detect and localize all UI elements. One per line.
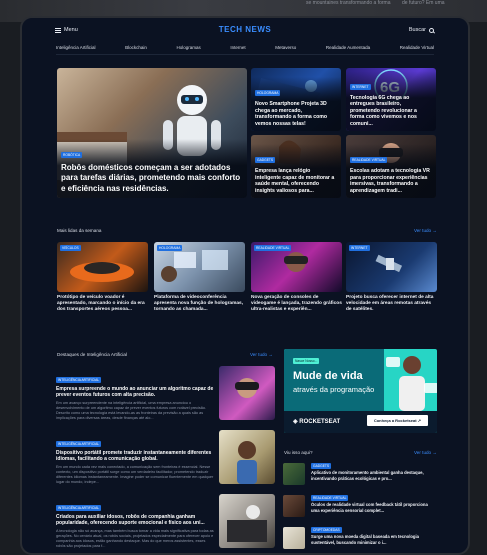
nav-item-hologramas[interactable]: Hologramas	[177, 45, 201, 50]
nav-item-internet[interactable]: Internet	[230, 45, 245, 50]
also-item[interactable]: Criptomoedas Surge uma nova moeda digita…	[283, 527, 435, 551]
nav-item-metaverso[interactable]: Metaverso	[275, 45, 296, 50]
browser-window: Menu TECH NEWS Buscar Inteligência Artif…	[20, 16, 470, 555]
week-card-title[interactable]: Nova geração de consoles de videogame é …	[251, 295, 342, 314]
tag-badge: Inteligência Artificial	[56, 377, 102, 383]
ai-article-image[interactable]	[219, 494, 275, 548]
hero-main-title[interactable]: Robôs domésticos começam a ser adotados …	[61, 163, 243, 194]
also-item-image	[283, 527, 305, 549]
ai-article[interactable]: Inteligência Artificial Criados para aux…	[56, 496, 214, 549]
tag-badge: Robótica	[61, 151, 83, 158]
ai-article-desc: Em um avanço surpreendente na inteligênc…	[56, 400, 207, 421]
ad-person-image	[386, 356, 437, 411]
also-item-title[interactable]: Óculos de realidade virtual com feedback…	[311, 502, 435, 513]
ai-article-title[interactable]: Criados para auxiliar idosos, robôs de c…	[56, 514, 214, 527]
tag-badge: Realidade Virtual	[254, 245, 292, 251]
hero-side-title[interactable]: Tecnologia 6G chega ao entregues brasile…	[350, 95, 432, 128]
tag-badge: Inteligência Artificial	[56, 441, 102, 447]
week-card[interactable]: Realidade Virtual Nova geração de consol…	[251, 242, 342, 314]
ad-headline: Mude de vida	[293, 370, 363, 382]
tag-badge: Realidade Virtual	[350, 157, 388, 163]
tag-badge: Realidade Virtual	[311, 495, 349, 501]
week-card[interactable]: Internet Projeto busca oferecer internet…	[346, 242, 437, 314]
ad-subheadline: através da programação	[293, 385, 375, 394]
hero-side-card[interactable]: Holograma Novo Smartphone Projeta 3D cheg…	[251, 68, 341, 131]
also-item-title[interactable]: Surge uma nova moeda digital baseada em …	[311, 534, 435, 545]
hero-side-card[interactable]: Realidade Virtual Escolas adotam a tecnol…	[346, 135, 436, 198]
tag-badge: Internet	[349, 245, 370, 251]
rocketseat-logo: ◈ ROCKETSEAT	[293, 419, 341, 425]
also-item-title[interactable]: Aplicativo de monitoramento ambiental ga…	[311, 470, 435, 481]
nav-divider	[56, 54, 434, 55]
rocketseat-ad[interactable]: Nasce Nosso... Mude de vida através da p…	[284, 349, 437, 433]
week-card-title[interactable]: Projeto busca oferecer internet de alta …	[346, 295, 437, 314]
section-title-ai: Destaques de Inteligência Artificial	[57, 352, 127, 357]
search-label: Buscar	[408, 27, 426, 33]
nav-item-blockchain[interactable]: Blockchain	[125, 45, 147, 50]
background-text: de futuro? Em uma	[402, 0, 445, 6]
week-card[interactable]: Veículos Protótipo de veículo voador é a…	[57, 242, 148, 314]
ai-article-image[interactable]	[219, 430, 275, 484]
ai-article[interactable]: Inteligência Artificial Dispositivo port…	[56, 432, 214, 485]
nav-item-realidade-virtual[interactable]: Realidade Virtual	[400, 45, 434, 50]
ai-article[interactable]: Inteligência Artificial Empresa surpreen…	[56, 368, 214, 421]
tag-badge: Holograma	[255, 90, 281, 96]
ai-article-title[interactable]: Empresa surpreende o mundo ao anunciar u…	[56, 386, 214, 399]
satellite-image: Internet	[346, 242, 437, 292]
videoconference-image: Holograma	[154, 242, 245, 292]
ai-article-desc: Em um mundo cada vez mais conectado, a c…	[56, 464, 214, 485]
hero-main-card[interactable]: Robótica Robôs domésticos começam a ser …	[57, 68, 247, 198]
site-header: Menu TECH NEWS Buscar	[22, 18, 468, 42]
tag-badge: Inteligência Artificial	[56, 505, 102, 511]
ai-article-desc: A tecnologia não só avança, mas também b…	[56, 528, 214, 549]
nav-item-realidade-aumentada[interactable]: Realidade Aumentada	[326, 45, 370, 50]
see-all-week-link[interactable]: Ver tudo →	[414, 228, 437, 233]
section-title-also: Viu isso aqui?	[284, 450, 313, 455]
week-card[interactable]: Holograma Plataforma de videoconferência…	[154, 242, 245, 314]
hero-side-title[interactable]: Novo Smartphone Projeta 3D chega ao merc…	[255, 101, 337, 127]
tag-badge: Internet	[350, 83, 371, 90]
search-icon	[429, 27, 434, 33]
gamer-image: Realidade Virtual	[251, 242, 342, 292]
background-text: se mountaines transformando a forma	[306, 0, 391, 6]
section-title-week: Mais lidas da semana	[57, 228, 102, 233]
nav-item-ia[interactable]: Inteligência Artificial	[56, 45, 96, 50]
category-nav: Inteligência Artificial Blockchain Holog…	[56, 45, 434, 50]
ad-tag: Nasce Nosso...	[293, 358, 320, 364]
ai-article-image[interactable]	[219, 366, 275, 420]
tag-badge: Gadgets	[311, 463, 332, 469]
see-all-also-link[interactable]: Ver tudo →	[414, 450, 437, 455]
also-item[interactable]: Gadgets Aplicativo de monitoramento ambi…	[283, 463, 435, 487]
hero-side-card[interactable]: Gadgets Empresa lança relógio inteligente…	[251, 135, 341, 198]
tag-badge: Veículos	[60, 245, 81, 251]
search-button[interactable]: Buscar	[409, 27, 434, 33]
hero-side-card[interactable]: 6G InternetTecnologia 6G chega ao entreg…	[346, 68, 436, 131]
tag-badge: Criptomoedas	[311, 527, 342, 533]
flying-car-image: Veículos	[57, 242, 148, 292]
week-card-title[interactable]: Protótipo de veículo voador é apresentad…	[57, 295, 148, 314]
hero-side-title[interactable]: Empresa lança relógio inteligente capaz …	[255, 168, 337, 194]
site-logo[interactable]: TECH NEWS	[22, 25, 468, 34]
ad-cta-button[interactable]: Conheça a Rocketseat ↗	[366, 415, 428, 426]
also-item-image	[283, 463, 305, 485]
hero-side-title[interactable]: Escolas adotam a tecnologia VR para prop…	[350, 168, 432, 194]
tag-badge: Holograma	[157, 245, 183, 251]
also-item-image	[283, 495, 305, 517]
week-card-title[interactable]: Plataforma de videoconferência apresenta…	[154, 295, 245, 314]
ai-article-title[interactable]: Dispositivo portátil promete traduzir in…	[56, 450, 214, 463]
see-all-ai-link[interactable]: Ver tudo →	[250, 352, 273, 357]
tag-badge: Gadgets	[255, 157, 276, 163]
also-item[interactable]: Realidade Virtual Óculos de realidade vi…	[283, 495, 435, 519]
ad-footer: ◈ ROCKETSEAT Conheça a Rocketseat ↗	[284, 411, 437, 433]
